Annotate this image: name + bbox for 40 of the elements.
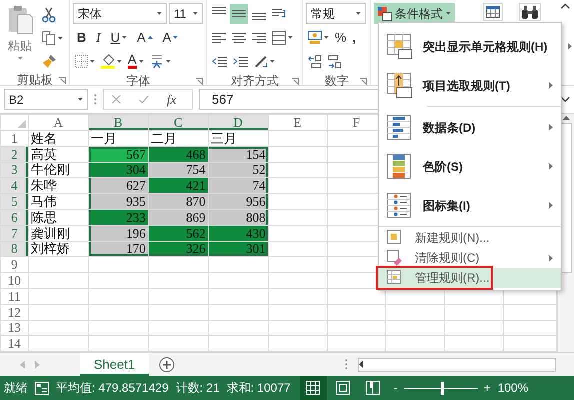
- table-cell: 304: [88, 162, 148, 178]
- table-cell: 935: [88, 194, 148, 210]
- table-cell: 754: [148, 162, 208, 178]
- table-cell: 朱哗: [28, 178, 88, 194]
- table-cell: 52: [208, 162, 268, 178]
- table-cell: 233: [88, 209, 148, 226]
- table-cell: 姓名: [28, 130, 88, 146]
- status-text: 就绪: [4, 380, 28, 397]
- table-cell: 196: [88, 225, 148, 242]
- group-label: 字体: [126, 73, 150, 90]
- table-cell: 870: [148, 194, 208, 210]
- table-cell: 马伟: [28, 194, 88, 210]
- table-cell: 二月: [148, 130, 208, 146]
- table-cell: 154: [208, 146, 268, 162]
- group-label: 对齐方式: [231, 73, 279, 90]
- table-cell: 三月: [208, 130, 268, 146]
- table-cell: 一月: [88, 130, 148, 146]
- table-cell: 刘梓娇: [28, 241, 88, 257]
- table-cell: 562: [148, 225, 208, 242]
- table-cell: 627: [88, 178, 148, 194]
- sum-value: 求和: 10077: [226, 380, 291, 397]
- average-value: 平均值: 479.8571429: [56, 380, 169, 397]
- group-label: 剪贴板: [17, 72, 53, 89]
- table-cell: 74: [208, 178, 268, 194]
- table-cell: 430: [208, 225, 268, 242]
- table-cell: 高英: [28, 146, 88, 162]
- table-cell: 567: [88, 146, 148, 162]
- table-cell: 陈思: [28, 209, 88, 226]
- count-value: 计数: 21: [176, 380, 220, 397]
- table-cell: 468: [148, 146, 208, 162]
- table-cell: 808: [208, 209, 268, 226]
- table-cell: 326: [148, 241, 208, 257]
- table-cell: 421: [148, 178, 208, 194]
- group-label: 数字: [325, 73, 349, 90]
- table-cell: 170: [88, 241, 148, 257]
- table-cell: 牛伦刚: [28, 162, 88, 178]
- table-cell: 龚训刚: [28, 225, 88, 242]
- table-cell: 869: [148, 209, 208, 226]
- table-cell: 301: [208, 241, 268, 257]
- table-cell: 956: [208, 194, 268, 210]
